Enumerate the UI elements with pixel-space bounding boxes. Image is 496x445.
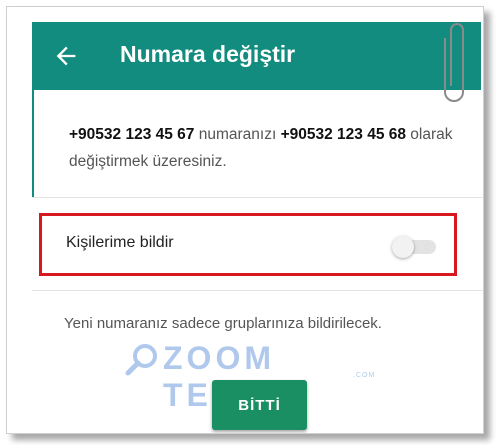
paperclip-icon [444, 23, 464, 102]
app-bar: Numara değiştir [32, 22, 481, 90]
divider [32, 197, 483, 198]
divider [32, 290, 483, 291]
info-text: Yeni numaranız sadece gruplarınıza bildi… [64, 315, 382, 332]
notify-contacts-row[interactable]: Kişilerime bildir [39, 213, 457, 276]
magnifier-icon [125, 344, 157, 376]
watermark-sub: .COM [353, 372, 376, 379]
new-number: +90532 123 45 68 [280, 126, 406, 143]
notify-contacts-label: Kişilerime bildir [66, 234, 174, 251]
message-middle-text: numaranızı [194, 126, 281, 143]
watermark: ZOOM TEKNO .COM [125, 338, 405, 413]
change-number-message: +90532 123 45 67 numaranızı +90532 123 4… [69, 121, 461, 175]
old-number: +90532 123 45 67 [69, 126, 195, 143]
done-button[interactable]: BİTTİ [212, 380, 307, 430]
phone-screen: Numara değiştir +90532 123 45 67 numaran… [6, 6, 484, 434]
arrow-left-icon[interactable] [52, 42, 80, 70]
notify-contacts-toggle[interactable] [392, 234, 438, 258]
accent-line [32, 90, 34, 198]
toggle-thumb [392, 236, 414, 258]
page-title: Numara değiştir [120, 41, 296, 67]
